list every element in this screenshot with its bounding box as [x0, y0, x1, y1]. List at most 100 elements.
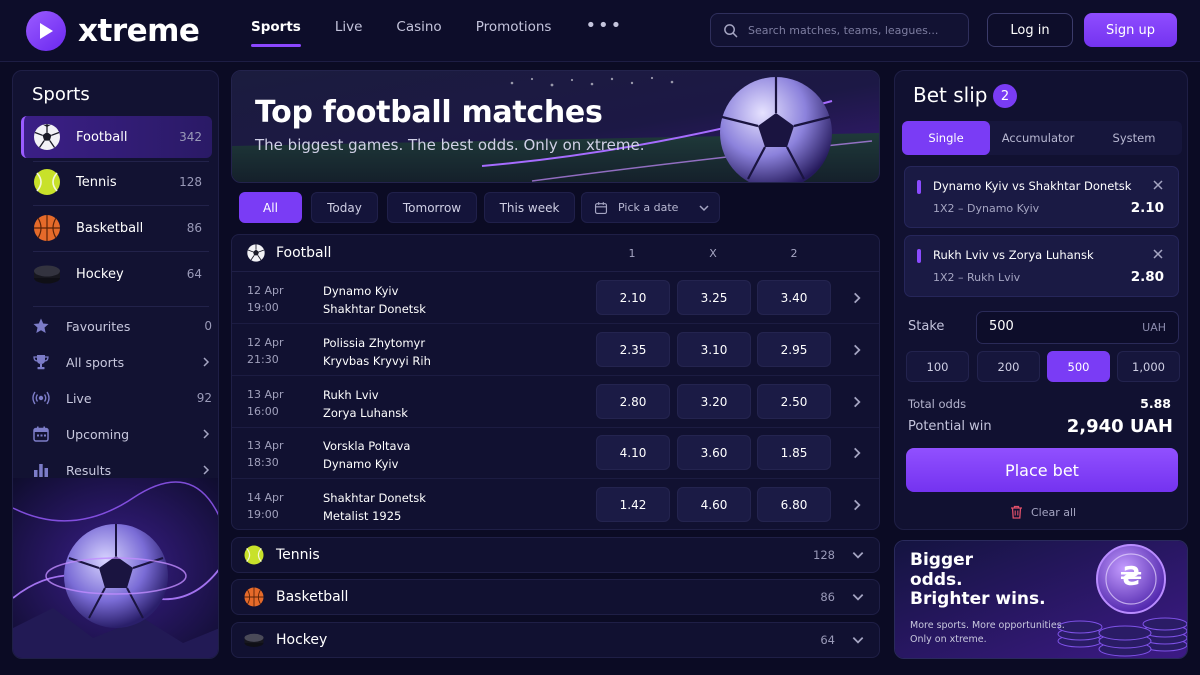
quick-stake-500[interactable]: 500	[1047, 351, 1110, 382]
promo-banner[interactable]: Top football matches The biggest games. …	[231, 70, 880, 183]
tab-single[interactable]: Single	[902, 121, 990, 155]
sidebar-link-label: Favourites	[66, 318, 131, 334]
match-row[interactable]: 12 Apr 19:00 Dynamo Kyiv Shakhtar Donetsk …	[232, 272, 879, 324]
nav-promotions[interactable]: Promotions	[476, 19, 552, 47]
banner-title: Top football matches	[255, 95, 603, 130]
sidebar-link-label: Upcoming	[66, 426, 130, 442]
chevron-right-icon[interactable]	[850, 498, 864, 512]
nav-sports[interactable]: Sports	[251, 19, 301, 47]
sidebar-item-count: 86	[186, 221, 202, 235]
hockey-puck-icon	[34, 265, 60, 284]
match-row[interactable]: 14 Apr 19:00 Shakhtar Donetsk Metalist 192…	[232, 479, 879, 529]
date-picker-label: Pick a date	[618, 201, 679, 214]
nav-casino[interactable]: Casino	[396, 19, 441, 47]
match-datetime: 14 Apr 19:00	[247, 491, 284, 521]
category-label: Tennis	[276, 547, 320, 563]
place-bet-button[interactable]: Place bet	[906, 448, 1178, 492]
sidebar-item-basketball[interactable]: Basketball 86	[21, 207, 212, 249]
sidebar-item-label: Hockey	[76, 266, 124, 282]
search-bar[interactable]	[710, 13, 969, 47]
sidebar-title: Sports	[32, 84, 90, 105]
sidebar-item-tennis[interactable]: Tennis 128	[21, 161, 212, 203]
table-header: Football 1 X 2	[232, 235, 879, 272]
chevron-right-icon[interactable]	[850, 446, 864, 460]
close-icon[interactable]	[1152, 179, 1164, 191]
promo-subtitle: More sports. More opportunities. Only on…	[910, 620, 1065, 645]
odds-button-away[interactable]: 1.85	[757, 435, 831, 470]
signup-button[interactable]: Sign up	[1084, 13, 1177, 47]
hockey-puck-icon	[244, 633, 264, 647]
filter-all[interactable]: All	[239, 192, 302, 223]
tab-accumulator[interactable]: Accumulator	[990, 121, 1086, 155]
match-teams: Shakhtar Donetsk Metalist 1925	[323, 491, 426, 523]
promo-card[interactable]: ₴ Bigger odds. Brighter wins. More sport…	[894, 540, 1188, 659]
column-away: 2	[790, 247, 798, 260]
odds-button-draw[interactable]: 3.25	[677, 280, 751, 315]
sidebar-item-label: Tennis	[76, 174, 117, 190]
chevron-right-icon[interactable]	[850, 343, 864, 357]
odds-button-home[interactable]: 1.42	[596, 487, 670, 522]
odds-button-home[interactable]: 2.80	[596, 384, 670, 419]
bet-slip-title: Bet slip	[913, 83, 988, 107]
odds-button-draw[interactable]: 4.60	[677, 487, 751, 522]
nav-live[interactable]: Live	[335, 19, 363, 47]
category-label: Hockey	[276, 632, 328, 648]
main-nav: Sports Live Casino Promotions •••	[251, 15, 623, 47]
filter-today[interactable]: Today	[311, 192, 378, 223]
odds-button-home[interactable]: 4.10	[596, 435, 670, 470]
odds-button-away[interactable]: 2.50	[757, 384, 831, 419]
odds-button-away[interactable]: 2.95	[757, 332, 831, 367]
category-hockey[interactable]: Hockey 64	[231, 622, 880, 658]
sidebar-link-live[interactable]: Live 92	[32, 387, 212, 409]
search-input[interactable]	[748, 23, 958, 37]
quick-stake-100[interactable]: 100	[906, 351, 969, 382]
match-teams: Polissia Zhytomyr Kryvbas Kryvyi Rih	[323, 336, 431, 368]
sidebar-link-upcoming[interactable]: Upcoming	[32, 423, 212, 445]
category-tennis[interactable]: Tennis 128	[231, 537, 880, 573]
odds-button-home[interactable]: 2.35	[596, 332, 670, 367]
calendar-icon	[33, 426, 49, 442]
date-picker[interactable]: Pick a date	[581, 192, 720, 223]
top-bar: xtreme Sports Live Casino Promotions •••…	[0, 0, 1200, 62]
odds-button-away[interactable]: 3.40	[757, 280, 831, 315]
quick-stake-1000[interactable]: 1,000	[1117, 351, 1180, 382]
sidebar-link-favourites[interactable]: Favourites 0	[32, 315, 212, 337]
trophy-icon	[33, 355, 49, 370]
sidebar-item-count: 64	[186, 267, 202, 281]
odds-button-draw[interactable]: 3.60	[677, 435, 751, 470]
match-row[interactable]: 12 Apr 21:30 Polissia Zhytomyr Kryvbas Kry…	[232, 324, 879, 376]
bet-selection: Rukh Lviv vs Zorya Luhansk 1X2 – Rukh Lv…	[904, 235, 1179, 297]
chevron-right-icon[interactable]	[850, 395, 864, 409]
filter-this-week[interactable]: This week	[484, 192, 575, 223]
chevron-right-icon[interactable]	[850, 291, 864, 305]
quick-stake-200[interactable]: 200	[977, 351, 1040, 382]
category-basketball[interactable]: Basketball 86	[231, 579, 880, 615]
odds-button-away[interactable]: 6.80	[757, 487, 831, 522]
stake-input[interactable]	[989, 319, 1129, 334]
login-button[interactable]: Log in	[987, 13, 1073, 47]
category-count: 64	[820, 633, 835, 647]
sidebar-item-hockey[interactable]: Hockey 64	[21, 253, 212, 295]
match-row[interactable]: 13 Apr 18:30 Vorskla Poltava Dynamo Kyiv 4…	[232, 427, 879, 479]
total-odds-label: Total odds	[908, 397, 967, 411]
sidebar-item-football[interactable]: Football 342	[21, 116, 212, 158]
clear-all-button[interactable]: Clear all	[1010, 505, 1076, 519]
sidebar-link-all-sports[interactable]: All sports	[32, 351, 212, 373]
calendar-icon	[594, 201, 608, 214]
odds-button-home[interactable]: 2.10	[596, 280, 670, 315]
tab-system[interactable]: System	[1086, 121, 1182, 155]
odds-button-draw[interactable]: 3.20	[677, 384, 751, 419]
star-icon	[33, 318, 49, 333]
logo[interactable]: xtreme	[26, 11, 200, 51]
filter-tomorrow[interactable]: Tomorrow	[387, 192, 477, 223]
close-icon[interactable]	[1152, 248, 1164, 260]
section-title: Football	[276, 245, 332, 261]
more-menu-icon[interactable]: •••	[585, 15, 623, 47]
sidebar-item-label: Football	[76, 129, 128, 145]
stake-label: Stake	[908, 319, 945, 334]
sidebar-link-count: 0	[204, 319, 212, 333]
currency-label: UAH	[1142, 321, 1166, 334]
stake-field[interactable]: UAH	[976, 311, 1179, 344]
odds-button-draw[interactable]: 3.10	[677, 332, 751, 367]
match-row[interactable]: 13 Apr 16:00 Rukh Lviv Zorya Luhansk 2.80 …	[232, 376, 879, 428]
